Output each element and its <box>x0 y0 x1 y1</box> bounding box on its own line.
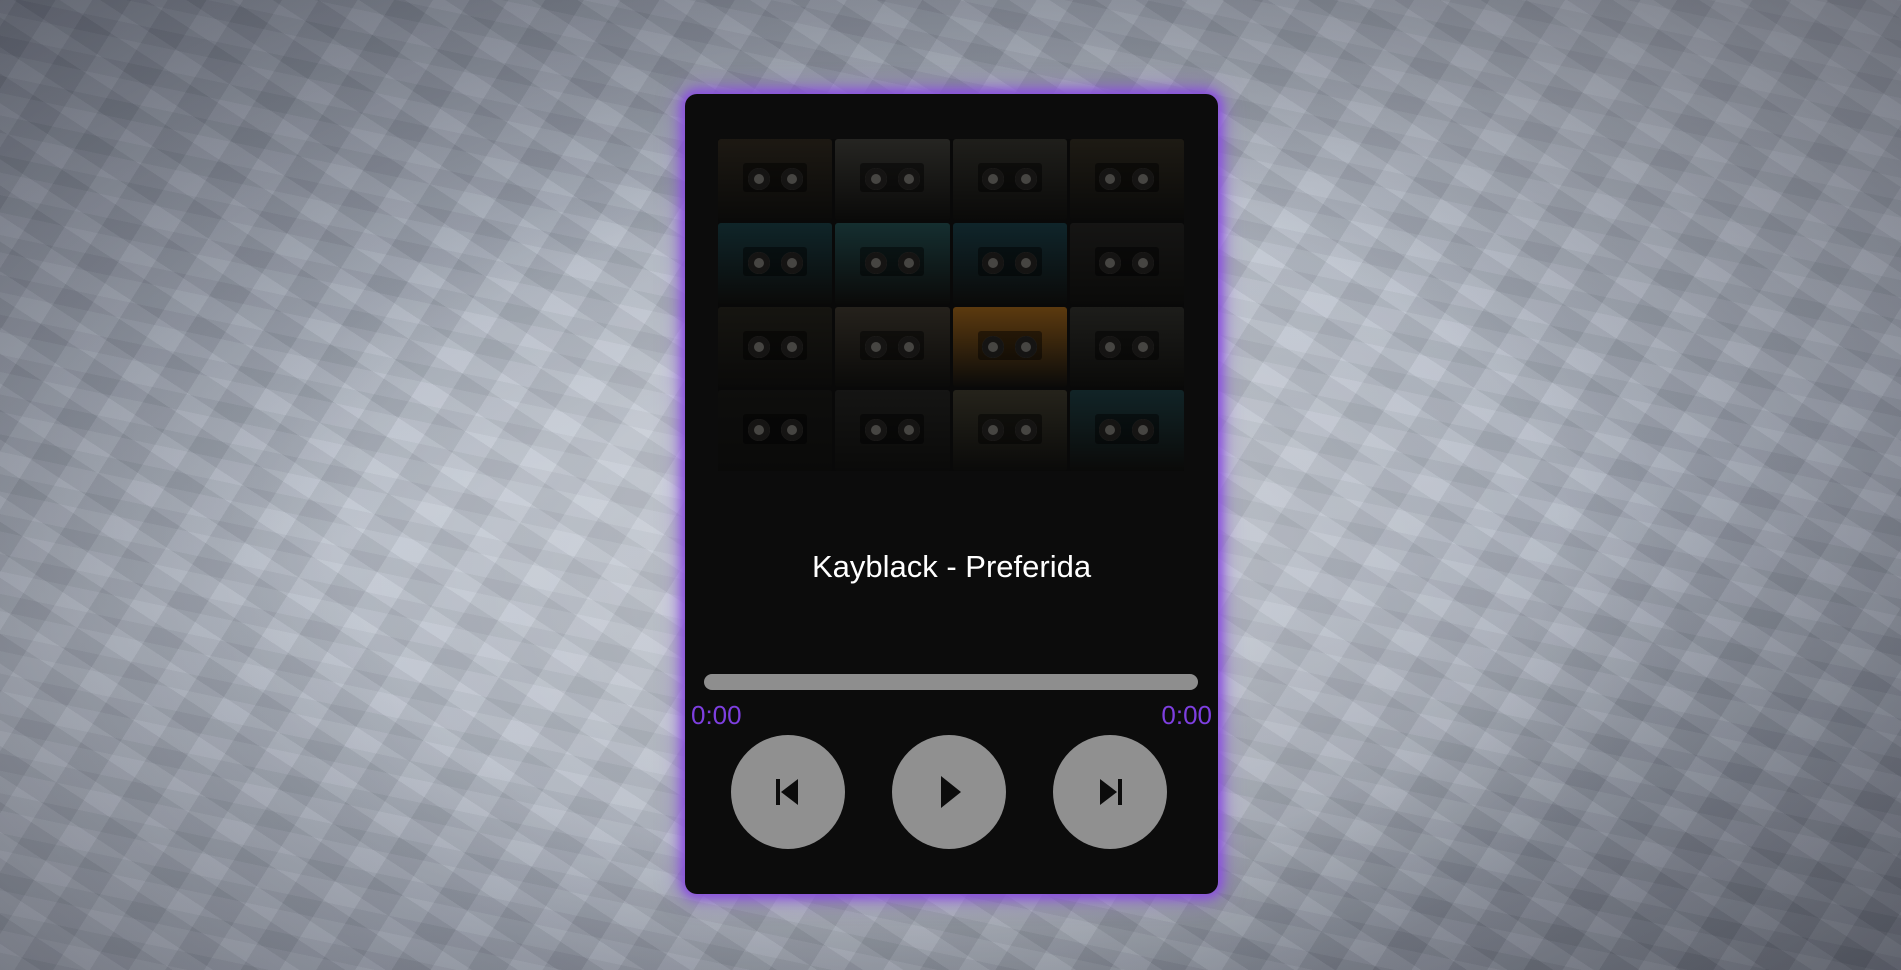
progress-bar[interactable] <box>704 674 1198 690</box>
skip-next-icon <box>1100 779 1122 805</box>
album-cover <box>718 139 1184 471</box>
cover-dim-overlay <box>718 139 1184 471</box>
song-title: Kayblack - Preferida <box>811 549 1092 584</box>
play-icon <box>941 776 961 808</box>
skip-previous-icon <box>776 779 798 805</box>
previous-button[interactable] <box>731 735 845 849</box>
current-time: 0:00 <box>691 700 742 730</box>
music-player-card: Kayblack - Preferida 0:00 0:00 <box>685 94 1218 894</box>
next-button[interactable] <box>1053 735 1167 849</box>
duration-time: 0:00 <box>1161 700 1212 730</box>
play-button[interactable] <box>892 735 1006 849</box>
